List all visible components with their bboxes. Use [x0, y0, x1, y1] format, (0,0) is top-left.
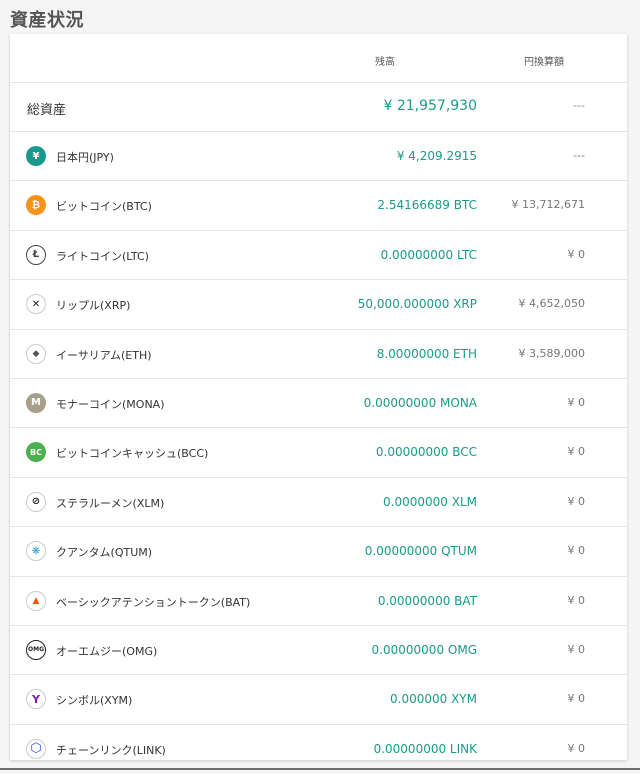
qtum-icon: ❋ — [26, 541, 46, 562]
asset-name: オーエムジー(OMG) — [56, 644, 158, 658]
asset-balance: 2.54166689 BTC — [377, 198, 477, 213]
balance-column-header: 残高 — [375, 57, 395, 68]
asset-balance: 0.00000000 QTUM — [364, 544, 477, 559]
asset-balance: 0.00000000 OMG — [371, 642, 477, 657]
total-assets-jpy: --- — [573, 99, 585, 112]
asset-jpy-value: ¥ 0 — [567, 593, 586, 607]
asset-jpy-value: ¥ 3,589,000 — [518, 346, 585, 360]
table-row[interactable]: ¥ 日本円(JPY) ¥ 4,209.2915 --- — [10, 132, 627, 182]
asset-balance: 8.00000000 ETH — [376, 346, 477, 361]
divider — [0, 768, 640, 770]
asset-balance: ¥ 4,209.2915 — [396, 149, 477, 163]
ripple-icon: ✕ — [26, 294, 46, 315]
yen-icon: ¥ — [26, 146, 46, 166]
asset-name: シンボル(XYM) — [56, 694, 133, 708]
table-header: 残高 円換算額 — [10, 34, 627, 83]
jpy-value-column-header: 円換算額 — [524, 57, 564, 68]
ethereum-icon: ◆ — [26, 343, 46, 364]
table-row[interactable]: ▲ ベーシックアテンショントークン(BAT) 0.00000000 BAT ¥ 0 — [10, 577, 627, 626]
table-row[interactable]: OMG オーエムジー(OMG) 0.00000000 OMG ¥ 0 — [10, 626, 627, 676]
asset-balance: 0.000000 XYM — [390, 692, 477, 707]
bat-icon: ▲ — [26, 590, 46, 611]
stellar-icon: ⊘ — [26, 491, 46, 512]
total-assets-amount: ¥ 21,957,930 — [383, 98, 477, 114]
asset-name: クアンタム(QTUM) — [56, 546, 153, 560]
bitcoin-icon: ₿ — [26, 195, 46, 216]
asset-jpy-value: ¥ 0 — [567, 395, 586, 409]
asset-balance: 0.0000000 XLM — [383, 494, 477, 509]
asset-balance: 0.00000000 BCC — [375, 445, 477, 460]
asset-balance: 50,000.000000 XRP — [357, 297, 477, 312]
asset-name: ビットコインキャッシュ(BCC) — [56, 447, 209, 461]
table-row[interactable]: ◆ イーサリアム(ETH) 8.00000000 ETH ¥ 3,589,000 — [10, 330, 627, 379]
table-row[interactable]: ❋ クアンタム(QTUM) 0.00000000 QTUM ¥ 0 — [10, 527, 627, 577]
asset-jpy-value: ¥ 0 — [567, 692, 586, 706]
asset-jpy-value: --- — [573, 149, 585, 162]
table-row[interactable]: BC ビットコインキャッシュ(BCC) 0.00000000 BCC ¥ 0 — [10, 428, 627, 478]
table-row[interactable]: ₿ ビットコイン(BTC) 2.54166689 BTC ¥ 13,712,671 — [10, 181, 627, 231]
chainlink-icon: ⬡ — [26, 738, 46, 759]
omg-icon: OMG — [26, 639, 46, 660]
asset-name: チェーンリンク(LINK) — [56, 743, 166, 757]
asset-name: 日本円(JPY) — [56, 151, 114, 164]
asset-jpy-value: ¥ 0 — [567, 494, 586, 508]
table-row[interactable]: ✕ リップル(XRP) 50,000.000000 XRP ¥ 4,652,050 — [10, 280, 627, 330]
page-title: 資産状況 — [10, 10, 84, 31]
asset-balance: 0.00000000 BAT — [377, 593, 477, 608]
total-assets-row: 総資産 ¥ 21,957,930 --- — [10, 83, 627, 132]
asset-name: リップル(XRP) — [56, 299, 131, 313]
asset-rows: ¥ 日本円(JPY) ¥ 4,209.2915 --- ₿ ビットコイン(BTC) 2.54… — [10, 132, 627, 773]
monacoin-icon: M — [26, 392, 46, 413]
asset-balance: 0.00000000 MONA — [363, 395, 477, 410]
asset-jpy-value: ¥ 4,652,050 — [518, 297, 585, 311]
table-row[interactable]: Y シンボル(XYM) 0.000000 XYM ¥ 0 — [10, 675, 627, 725]
asset-name: イーサリアム(ETH) — [56, 348, 152, 362]
bitcoin-cash-icon: BC — [26, 442, 46, 463]
litecoin-icon: Ł — [26, 244, 46, 265]
asset-name: ライトコイン(LTC) — [56, 249, 149, 263]
table-row[interactable]: Ł ライトコイン(LTC) 0.00000000 LTC ¥ 0 — [10, 231, 627, 281]
asset-balance: 0.00000000 LTC — [380, 247, 477, 262]
asset-jpy-value: ¥ 0 — [567, 445, 586, 459]
asset-name: ビットコイン(BTC) — [56, 200, 152, 214]
asset-table: 残高 円換算額 総資産 ¥ 21,957,930 --- ¥ 日本円(JPY) ¥ … — [10, 34, 627, 760]
table-row[interactable]: ⊘ ステラルーメン(XLM) 0.0000000 XLM ¥ 0 — [10, 478, 627, 528]
table-row[interactable]: ⬡ チェーンリンク(LINK) 0.00000000 LINK ¥ 0 — [10, 725, 627, 773]
asset-jpy-value: ¥ 13,712,671 — [511, 198, 585, 212]
asset-jpy-value: ¥ 0 — [567, 741, 586, 755]
asset-balance: 0.00000000 LINK — [373, 741, 477, 756]
asset-name: ステラルーメン(XLM) — [56, 496, 165, 510]
table-row[interactable]: M モナーコイン(MONA) 0.00000000 MONA ¥ 0 — [10, 379, 627, 429]
asset-jpy-value: ¥ 0 — [567, 247, 586, 261]
asset-name: モナーコイン(MONA) — [56, 397, 165, 411]
symbol-icon: Y — [26, 689, 46, 710]
asset-jpy-value: ¥ 0 — [567, 642, 586, 656]
total-assets-label: 総資産 — [27, 103, 67, 118]
asset-name: ベーシックアテンショントークン(BAT) — [56, 595, 251, 609]
asset-jpy-value: ¥ 0 — [567, 544, 586, 558]
